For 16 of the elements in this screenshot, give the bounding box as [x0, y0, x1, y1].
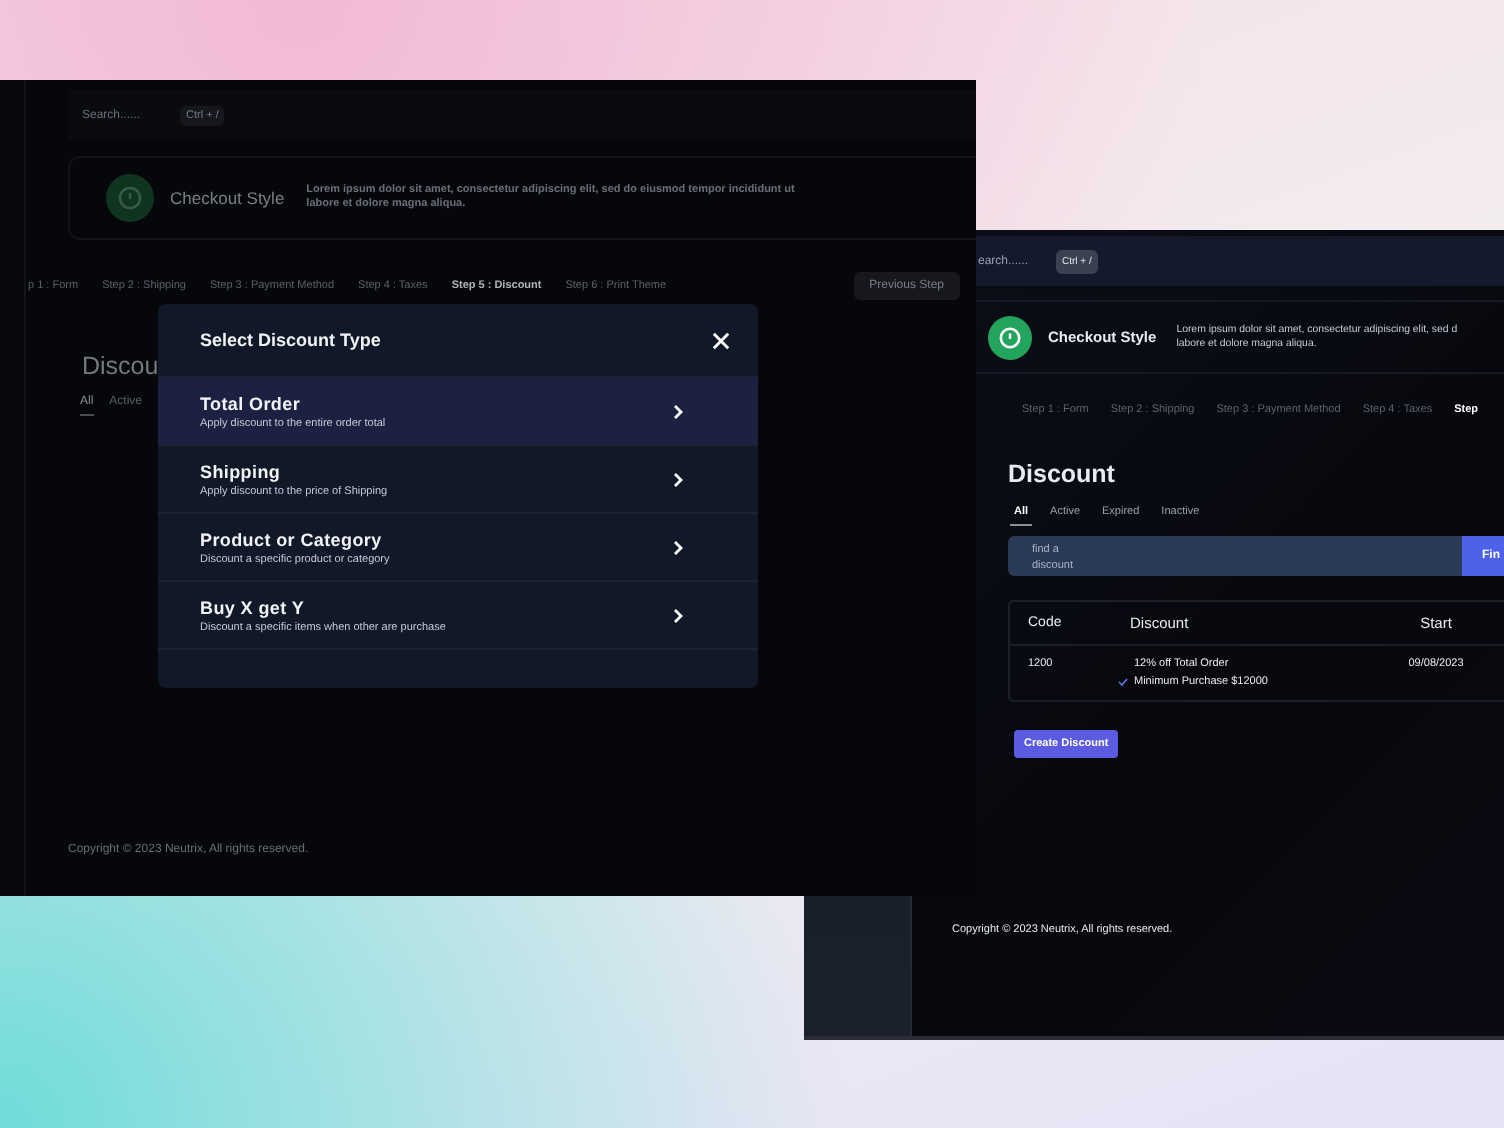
page-title: Discount: [1008, 460, 1117, 488]
option-title: Product or Category: [200, 529, 384, 549]
chevron-right-icon: [672, 539, 684, 555]
chevron-right-icon: [672, 403, 684, 419]
alert-icon: [106, 174, 154, 222]
page-title: Discou: [82, 352, 159, 380]
check-icon: [1118, 678, 1128, 686]
dialog-title: Select Discount Type: [200, 330, 381, 350]
option-title: Total Order: [200, 393, 303, 413]
alert-icon: [988, 315, 1032, 359]
option-title: Shipping: [200, 461, 283, 481]
option-title: Buy X get Y: [200, 597, 307, 617]
close-icon[interactable]: [712, 331, 730, 349]
card-title: Checkout Style: [170, 188, 285, 208]
chevron-right-icon: [672, 471, 684, 487]
chevron-right-icon: [672, 607, 684, 623]
